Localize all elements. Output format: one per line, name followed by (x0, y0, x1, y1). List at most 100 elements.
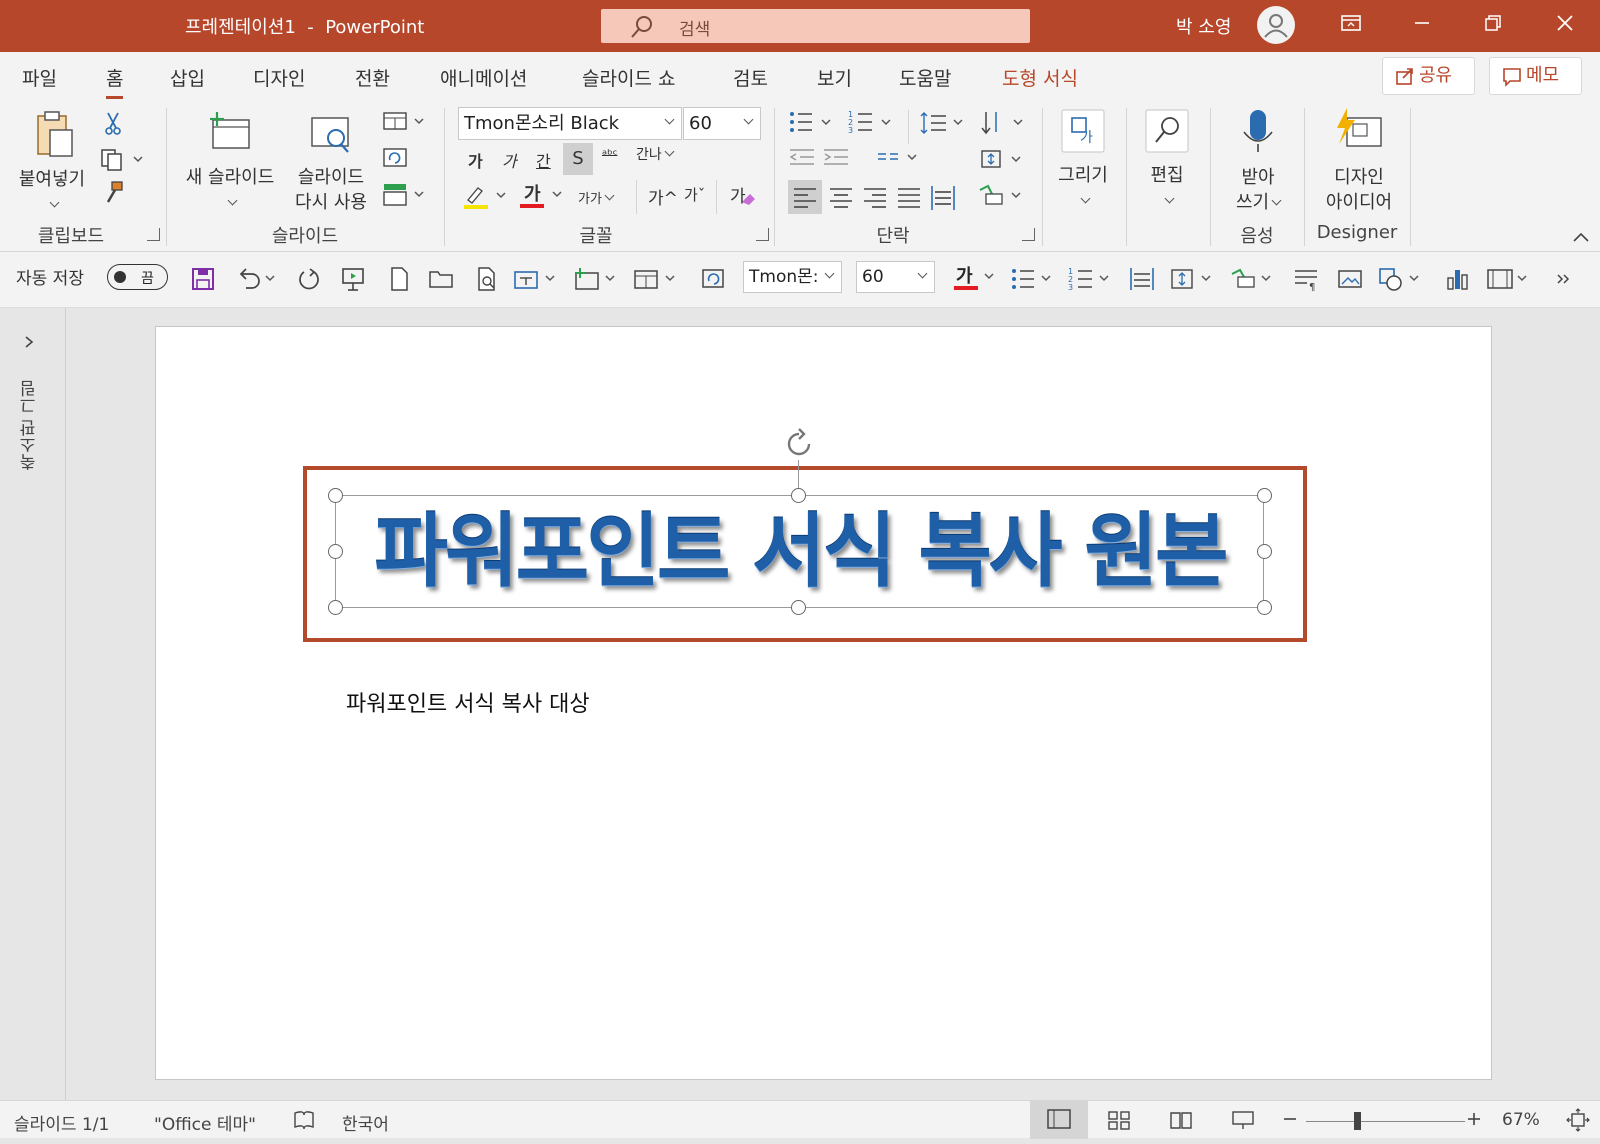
new-slide-button[interactable]: 새 슬라이드 (182, 108, 278, 215)
qat-video-button[interactable] (1486, 266, 1532, 296)
tab-home[interactable]: 홈 (106, 64, 124, 99)
tab-view[interactable]: 보기 (817, 64, 852, 91)
zoom-slider[interactable] (1306, 1121, 1465, 1122)
resize-handle-e[interactable] (1257, 544, 1272, 559)
accessibility-icon[interactable] (292, 1109, 316, 1136)
fit-to-window-button[interactable] (1566, 1108, 1590, 1137)
language-indicator[interactable]: 한국어 (342, 1110, 389, 1135)
distributed-button[interactable] (926, 180, 960, 218)
qat-picture-button[interactable] (1336, 266, 1364, 296)
align-left-button[interactable] (788, 180, 822, 214)
zoom-in-button[interactable] (1466, 1109, 1482, 1134)
italic-button[interactable]: 가 (502, 148, 517, 172)
insert-textbox-button[interactable] (512, 266, 558, 296)
strikethrough-button[interactable]: ᵃᵇᶜ (602, 148, 617, 163)
qat-font-color-button[interactable]: 가 (952, 262, 998, 296)
format-painter-button[interactable] (100, 180, 126, 210)
reset-qat-button[interactable] (700, 266, 726, 296)
slide-title[interactable]: 파워포인트 서식 복사 원본 (345, 495, 1255, 608)
new-file-button[interactable] (386, 266, 412, 296)
clear-formatting-button[interactable]: 가 (728, 182, 758, 214)
design-ideas-button[interactable]: 디자인 아이디어 (1312, 106, 1406, 215)
line-spacing-button[interactable] (920, 108, 968, 142)
qat-numbering-button[interactable]: 123 (1068, 266, 1114, 296)
minimize-button[interactable] (1399, 8, 1445, 44)
expand-pane-button[interactable] (22, 334, 36, 354)
qat-overflow-button[interactable] (1554, 266, 1574, 296)
qat-smartart-button[interactable] (1230, 266, 1276, 296)
resize-handle-w[interactable] (328, 544, 343, 559)
slide-sorter-button[interactable] (1106, 1109, 1132, 1136)
user-name[interactable]: 박 소영 (1176, 13, 1231, 39)
slideshow-view-button[interactable] (1230, 1109, 1256, 1136)
rotate-handle[interactable] (783, 428, 815, 464)
tab-animations[interactable]: 애니메이션 (440, 64, 527, 91)
underline-button[interactable]: 간 (536, 148, 551, 172)
qat-paragraph-button[interactable]: ¶ (1292, 266, 1320, 296)
layout-qat-button[interactable] (632, 266, 678, 296)
section-button[interactable] (382, 182, 426, 212)
editing-button[interactable]: 편집 (1134, 106, 1200, 213)
qat-distributed-button[interactable] (1128, 266, 1156, 296)
slide-body-text[interactable]: 파워포인트 서식 복사 대상 (346, 686, 590, 718)
justify-button[interactable] (892, 180, 926, 218)
restore-button[interactable] (1470, 8, 1516, 44)
collapse-ribbon-button[interactable] (1572, 228, 1590, 247)
bold-button[interactable]: 가 (468, 148, 483, 172)
cut-button[interactable] (100, 110, 126, 140)
change-case-button[interactable]: 가가 (578, 188, 615, 207)
resize-handle-se[interactable] (1257, 600, 1272, 615)
qat-font-size-select[interactable]: 60 (856, 261, 935, 293)
search-box[interactable]: 검색 (601, 9, 1030, 43)
normal-view-button[interactable] (1030, 1101, 1088, 1139)
drawing-button[interactable]: 가 그리기 (1050, 106, 1116, 213)
grow-font-button[interactable]: 가^ (648, 184, 678, 209)
undo-button[interactable] (236, 266, 280, 296)
resize-handle-s[interactable] (791, 600, 806, 615)
bullets-button[interactable] (788, 108, 836, 142)
font-name-select[interactable]: Tmon몬소리 Black (458, 107, 682, 140)
open-button[interactable] (428, 266, 456, 296)
start-slideshow-button[interactable] (340, 266, 366, 296)
character-spacing-button[interactable]: 간나 (636, 144, 675, 164)
qat-align-text-button[interactable] (1170, 266, 1216, 296)
resize-handle-nw[interactable] (328, 488, 343, 503)
convert-smartart-button[interactable] (978, 182, 1026, 214)
dictate-button[interactable]: 받아 쓰기 (1218, 106, 1298, 215)
resize-handle-n[interactable] (791, 488, 806, 503)
text-direction-button[interactable] (980, 108, 1028, 142)
font-color-button[interactable]: 가 (518, 180, 564, 214)
qat-shapes-button[interactable] (1378, 266, 1424, 296)
align-right-button[interactable] (858, 180, 892, 218)
zoom-out-button[interactable] (1282, 1109, 1298, 1134)
autosave-toggle[interactable]: 끔 (107, 264, 168, 290)
tab-help[interactable]: 도움말 (899, 64, 951, 91)
tab-shape-format[interactable]: 도형 서식 (1002, 64, 1078, 91)
save-button[interactable] (190, 266, 216, 296)
zoom-level[interactable]: 67% (1502, 1110, 1540, 1130)
tab-slideshow[interactable]: 슬라이드 쇼 (582, 64, 675, 91)
close-button[interactable] (1542, 8, 1588, 44)
qat-bullets-button[interactable] (1010, 266, 1056, 296)
clipboard-dialog-launcher[interactable] (147, 228, 160, 241)
ribbon-display-button[interactable] (1328, 8, 1374, 44)
reading-view-button[interactable] (1168, 1109, 1194, 1136)
qat-font-name-select[interactable]: Tmon몬: (743, 261, 842, 293)
new-slide-qat-button[interactable] (572, 266, 618, 296)
paragraph-dialog-launcher[interactable] (1022, 228, 1035, 241)
reuse-slides-button[interactable]: 슬라이드 다시 사용 (288, 108, 374, 215)
redo-button[interactable] (296, 266, 322, 296)
resize-handle-sw[interactable] (328, 600, 343, 615)
increase-indent-button[interactable] (822, 146, 852, 176)
comments-button[interactable]: 메모 (1489, 57, 1582, 95)
numbering-button[interactable]: 123 (848, 108, 896, 142)
reset-button[interactable] (382, 146, 408, 174)
copy-button[interactable] (100, 148, 144, 176)
paste-button[interactable]: 붙여넣기 (12, 108, 92, 217)
avatar[interactable] (1257, 6, 1295, 44)
shadow-button[interactable]: S (563, 143, 593, 175)
zoom-slider-thumb[interactable] (1354, 1112, 1361, 1130)
tab-transitions[interactable]: 전환 (355, 64, 390, 91)
layout-button[interactable] (382, 110, 426, 138)
share-button[interactable]: 공유 (1382, 57, 1475, 95)
